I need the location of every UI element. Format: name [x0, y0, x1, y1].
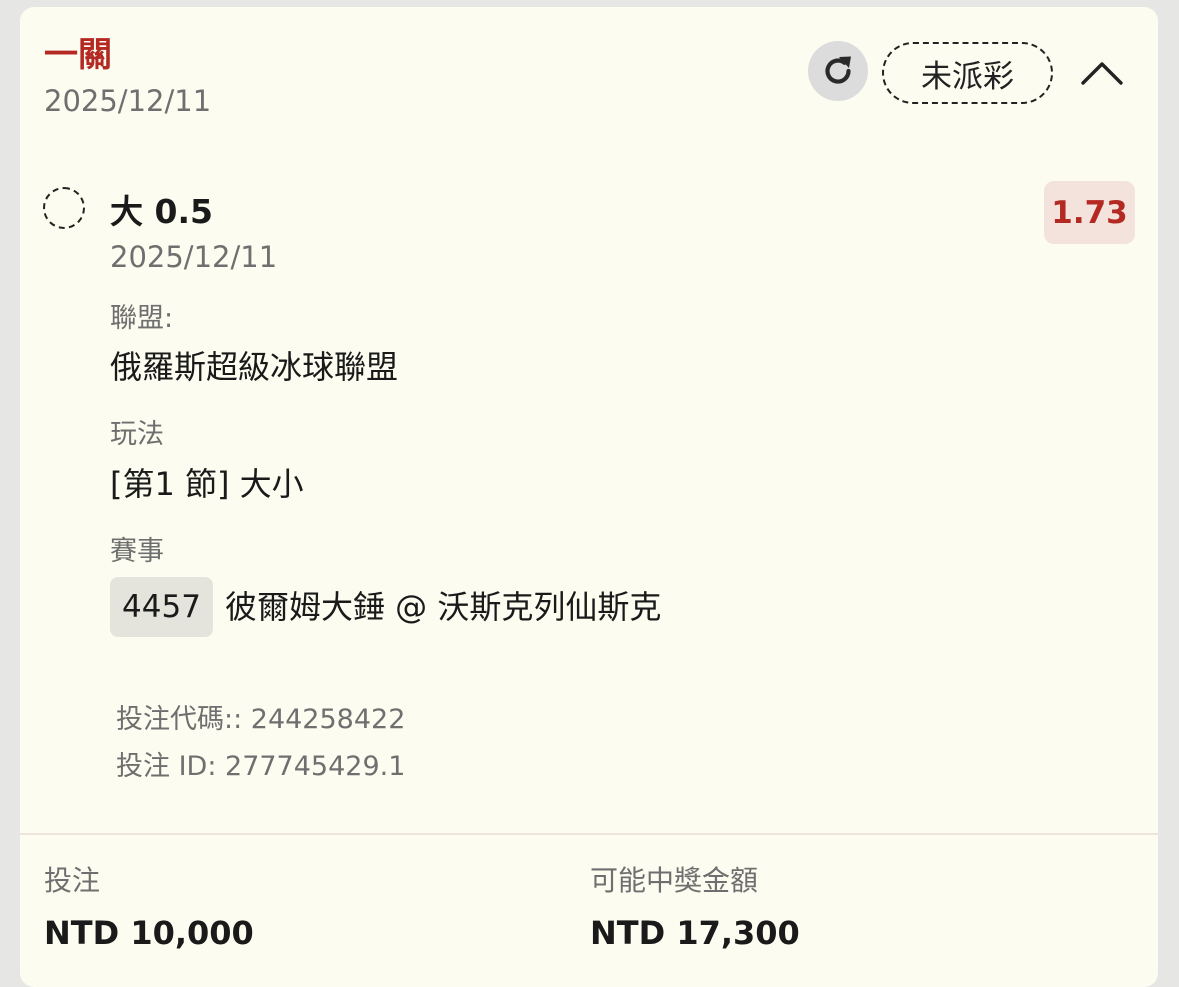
- league-value: 俄羅斯超級冰球聯盟: [110, 348, 399, 386]
- odds-badge: 1.73: [1044, 181, 1135, 244]
- bet-code: 投注代碼:: 244258422: [116, 704, 406, 735]
- refresh-button[interactable]: [808, 41, 868, 101]
- payout-value: NTD 17,300: [590, 914, 800, 952]
- market-value: [第1 節] 大小: [110, 465, 304, 503]
- league-label: 聯盟:: [110, 303, 174, 334]
- bet-card: 一關 2025/12/11 未派彩 大 0.5 2025/12/11 1.73 …: [20, 7, 1158, 987]
- stake-value: NTD 10,000: [44, 914, 254, 952]
- payout-label: 可能中獎金額: [590, 864, 759, 897]
- selection-name: 大 0.5: [110, 192, 213, 231]
- divider: [20, 833, 1158, 835]
- selection-radio-icon: [43, 187, 85, 229]
- status-badge: 未派彩: [882, 42, 1053, 104]
- refresh-icon: [818, 51, 858, 91]
- selection-date: 2025/12/11: [110, 240, 278, 274]
- bet-id: 投注 ID: 277745429.1: [116, 751, 406, 782]
- stake-label: 投注: [44, 864, 101, 897]
- market-label: 玩法: [110, 419, 164, 450]
- bet-date: 2025/12/11: [44, 84, 212, 118]
- event-label: 賽事: [110, 536, 164, 567]
- chevron-up-icon: [1080, 59, 1124, 87]
- bet-type-title: 一關: [44, 35, 112, 75]
- event-id-badge: 4457: [110, 577, 213, 637]
- collapse-button[interactable]: [1078, 51, 1126, 95]
- event-name: 彼爾姆大錘 @ 沃斯克列仙斯克: [225, 588, 662, 626]
